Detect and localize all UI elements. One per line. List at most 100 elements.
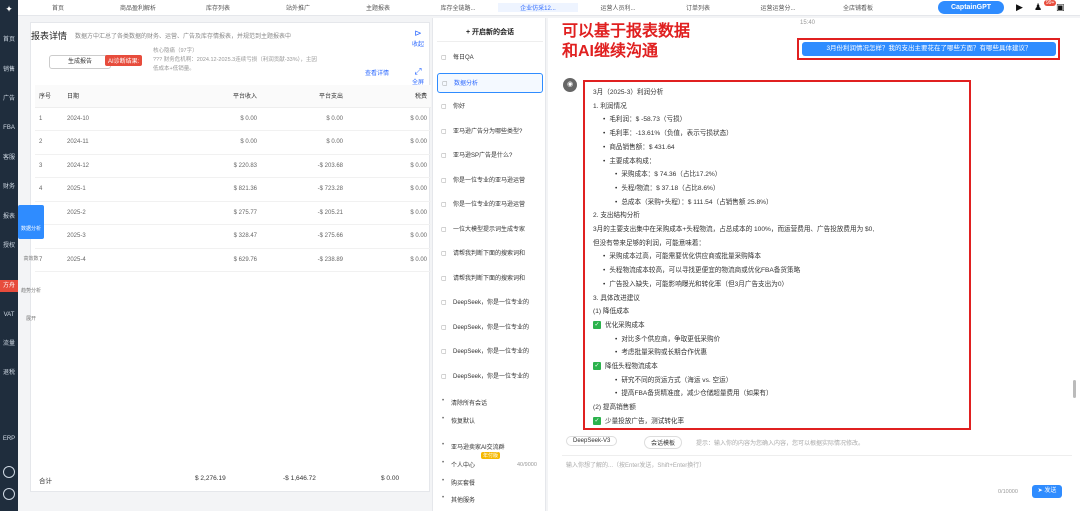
tab-2[interactable]: 库存列表 <box>178 3 258 12</box>
tab-4[interactable]: 主题报表 <box>338 3 418 12</box>
conversation-item[interactable]: DeepSeek，你是一位专业的 <box>437 318 543 338</box>
totals-expense: -$ 1,646.72 <box>283 475 316 482</box>
fullscreen-button[interactable]: ⤢ 全屏 <box>408 66 428 96</box>
sidebar-item-4[interactable]: 客服 <box>0 152 18 164</box>
cell-idx: 2 <box>35 130 63 155</box>
cart-icon[interactable] <box>3 466 15 478</box>
conversation-item[interactable]: 你是一位专业的亚马逊运营 <box>437 171 543 191</box>
chatlist-footer-item[interactable]: 亚马逊卖家AI交流群 <box>437 442 543 451</box>
col-index[interactable]: 序号 <box>35 85 63 108</box>
send-button[interactable]: ➤ 发送 <box>1032 485 1062 498</box>
table-row[interactable]: 62025-3$ 328.47-$ 275.66$ 0.00 <box>35 224 431 249</box>
side-tool-2[interactable]: 趋势分析 <box>18 287 44 294</box>
sidebar-item-1[interactable]: 销售 <box>0 64 18 76</box>
chatlist-footer-item[interactable]: 恢复默认 <box>437 416 543 425</box>
conversation-item[interactable]: DeepSeek，你是一位专业的 <box>437 293 543 313</box>
sidebar-item-10[interactable]: 流量 <box>0 338 18 350</box>
chat-input[interactable]: 输入你想了解的...（按Enter发送，Shift+Enter换行） <box>566 460 705 469</box>
tab-10[interactable]: 全店铺看板 <box>818 3 898 12</box>
tab-0[interactable]: 首页 <box>18 3 98 12</box>
annual-plan-tag: 年付版 <box>481 452 501 459</box>
side-tool-3[interactable]: 展开 <box>18 315 44 322</box>
bell-icon[interactable]: ♟ <box>1034 2 1042 13</box>
cell-tax: $ 0.00 <box>347 224 431 249</box>
answer-line: 但没有带来足够的利润，可能意味着： <box>593 239 706 247</box>
generate-report-button[interactable]: 生成报告 <box>49 55 111 69</box>
chatlist-footer-item[interactable]: 其他服务 <box>437 495 543 504</box>
user-message: 3月份利润情况怎样？我的支出主要花在了哪些方面？有哪些具体建议？ <box>802 42 1056 56</box>
sidebar-item-8[interactable]: 方舟 <box>0 280 18 292</box>
model-select[interactable]: DeepSeek-V3 <box>566 436 618 446</box>
char-count: 0/10000 <box>998 489 1018 495</box>
tab-3[interactable]: 站外推广 <box>258 3 338 12</box>
new-chat-button[interactable]: + 开启新的会话 <box>437 24 543 42</box>
data-analysis-tool[interactable]: 数据分析 <box>18 205 44 239</box>
conversation-item[interactable]: 数据分析 <box>437 72 543 93</box>
sidebar-item-3[interactable]: FBA <box>0 122 18 134</box>
tab-9[interactable]: 运营运营分... <box>738 3 818 12</box>
conversation-item[interactable]: 你好 <box>437 97 543 117</box>
sidebar-item-9[interactable]: VAT <box>0 309 18 321</box>
conversation-item[interactable]: 每日QA <box>437 48 543 68</box>
template-button[interactable]: 会话模板 <box>644 436 683 449</box>
settings-icon[interactable] <box>3 488 15 500</box>
table-row[interactable]: 3 2024-12 $ 220.83 -$ 203.68 $ 0.00 <box>35 154 431 178</box>
sidebar-item-11[interactable]: 退税 <box>0 367 18 379</box>
sidebar-item-5[interactable]: 财务 <box>0 181 18 193</box>
answer-line: (2) 提高销售额 <box>593 404 636 412</box>
captaingpt-button[interactable]: CaptainGPT <box>938 1 1004 14</box>
sidebar-item-12[interactable]: ERP <box>0 433 18 445</box>
answer-line: 3月的主要支出集中在采购成本+头程物流，占总成本的 100%，而运营费用、广告投… <box>593 226 875 234</box>
conversation-item[interactable]: 请帮我判断下面的搜索词和 <box>437 244 543 264</box>
sidebar-item-6[interactable]: 报表 <box>0 211 18 223</box>
view-details-link[interactable]: 查看详情 <box>365 68 389 77</box>
answer-line: (1) 降低成本 <box>593 308 630 316</box>
cell-income: $ 629.76 <box>173 248 261 272</box>
cell-date: 2024-12 <box>63 154 173 178</box>
cell-tax: $ 0.00 <box>347 248 431 272</box>
sidebar-item-2[interactable]: 广告 <box>0 93 18 105</box>
tab-6[interactable]: 企业仿采12... <box>498 3 578 12</box>
conversation-item[interactable]: 一位大模型提示词生成专家 <box>437 220 543 240</box>
answer-line: 商品销售额：$ 431.64 <box>593 141 963 155</box>
conversation-item[interactable]: 请帮我判断下面的搜索词和 <box>437 269 543 289</box>
conversation-item[interactable]: 亚马逊SP广告是什么? <box>437 146 543 166</box>
table-row[interactable]: 4 2025-1 $ 821.36 -$ 723.28 $ 0.00 <box>35 177 431 202</box>
cell-tax: $ 0.00 <box>347 154 431 178</box>
conversation-item[interactable]: DeepSeek，你是一位专业的 <box>437 342 543 362</box>
table-row[interactable]: 52025-2$ 275.77-$ 205.21$ 0.00 <box>35 201 431 225</box>
collapse-icon: ⊳ <box>414 28 422 38</box>
sidebar-item-0[interactable]: 首页 <box>0 34 18 46</box>
col-expense[interactable]: 平台支出 <box>261 85 347 108</box>
conversation-item[interactable]: 你是一位专业的亚马逊运营 <box>437 195 543 215</box>
answer-line: 3月广告支出为$0，流量可能依赖自然流 <box>593 429 963 430</box>
answer-line: 提高FBA备货精准度，减少仓储超量费用（如果有） <box>593 387 963 401</box>
conversation-item[interactable]: DeepSeek，你是一位专业的 <box>437 367 543 387</box>
cell-idx: 4 <box>35 177 63 202</box>
answer-line: 考虑批量采购或长期合作优惠 <box>593 346 963 360</box>
tab-1[interactable]: 商品盈利解析 <box>98 3 178 12</box>
cell-tax: $ 0.00 <box>347 130 431 155</box>
tab-8[interactable]: 订单列表 <box>658 3 738 12</box>
chatlist-footer-item[interactable]: 清除所有会话 <box>437 398 543 407</box>
tab-5[interactable]: 库存全链路... <box>418 3 498 12</box>
play-icon[interactable]: ▶ <box>1016 2 1023 13</box>
answer-line: 对比多个供应商，争取更低采购价 <box>593 333 963 347</box>
sidebar-item-7[interactable]: 授权 <box>0 240 18 252</box>
chat-input-box[interactable]: 输入你想了解的...（按Enter发送，Shift+Enter换行） 0/100… <box>562 455 1072 501</box>
chatlist-footer-item[interactable]: 购买套餐 <box>437 478 543 487</box>
col-income[interactable]: 平台收入 <box>173 85 261 108</box>
report-panel: 报表详情 数据方中汇总了各类数据的财务、运营、广告及库存情报表，并规范到主题报表… <box>30 22 431 492</box>
col-date[interactable]: 日期 <box>63 85 173 108</box>
user-avatar-icon[interactable]: ▣ <box>1056 2 1065 13</box>
conversation-item[interactable]: 亚马逊广告分为哪些类型? <box>437 122 543 142</box>
table-row[interactable]: 2 2024-11 $ 0.00 $ 0.00 $ 0.00 <box>35 130 431 155</box>
table-row[interactable]: 7 2025-4 $ 629.76 -$ 238.89 $ 0.00 <box>35 248 431 272</box>
collapse-button[interactable]: ⊳ 收起 <box>408 28 428 58</box>
chat-scrollbar[interactable] <box>1073 380 1076 398</box>
side-tool-1[interactable]: 高效数 <box>18 255 44 262</box>
totals-row: 合计 $ 2,276.19 -$ 1,646.72 $ 0.00 <box>35 471 431 487</box>
tab-7[interactable]: 运营人员利... <box>578 3 658 12</box>
app-sidebar: ✦ 首页 销售 广告 FBA 客服 财务 报表 授权 方舟 VAT 流量 退税 ERP <box>0 0 18 511</box>
table-row[interactable]: 1 2024-10 $ 0.00 $ 0.00 $ 0.00 <box>35 107 431 131</box>
